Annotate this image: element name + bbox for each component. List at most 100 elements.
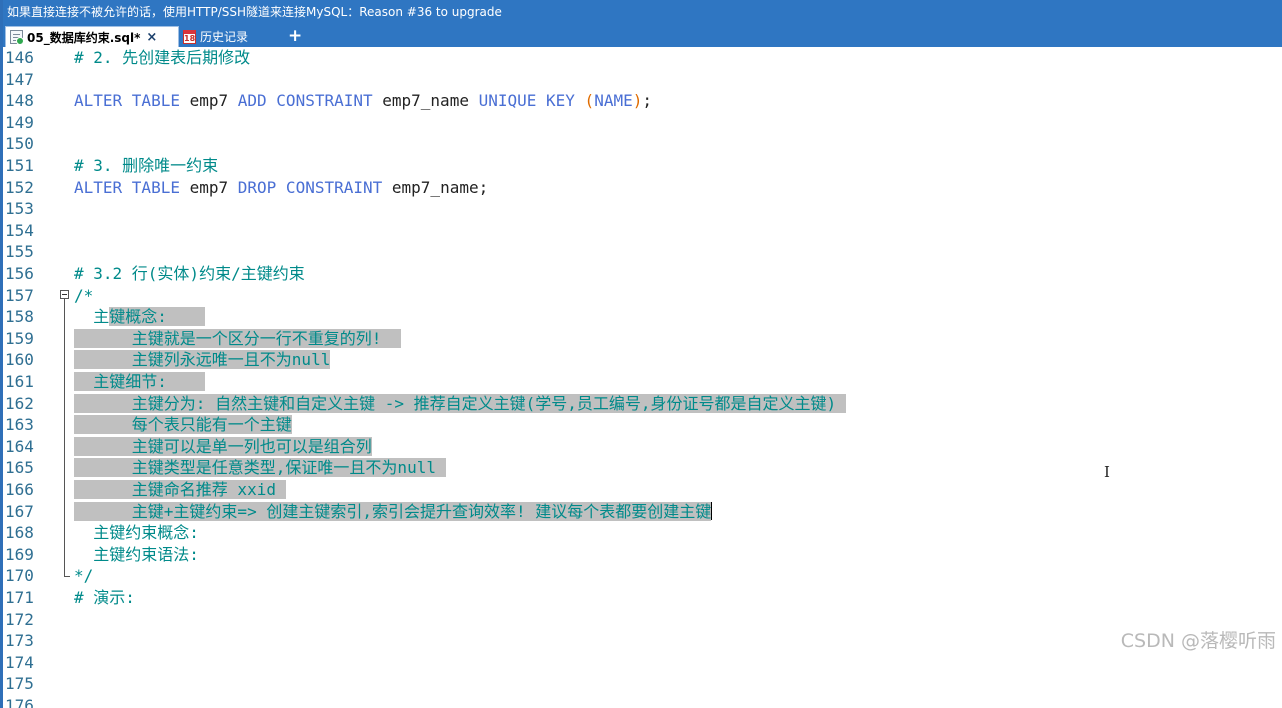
code-token: DROP CONSTRAINT — [237, 177, 383, 197]
code-text: ALTER TABLE emp7 ADD CONSTRAINT emp7_nam… — [74, 90, 652, 112]
code-token: 主键约束语法: — [74, 544, 199, 564]
code-line[interactable]: 148 ALTER TABLE emp7 ADD CONSTRAINT emp7_… — [3, 90, 1282, 112]
code-line[interactable]: 149 — [3, 112, 1282, 134]
line-number: 151 — [5, 156, 34, 175]
line-number: 161 — [5, 372, 34, 391]
new-tab-button[interactable]: + — [288, 25, 302, 47]
line-number: 162 — [5, 393, 34, 413]
code-text: */ — [74, 565, 93, 587]
code-text: 每个表只能有一个主键 — [74, 414, 292, 436]
selected-code-token: 主键可以是单一列也可以是组合列 — [74, 436, 372, 456]
code-line[interactable]: 161 主键细节: — [3, 371, 1282, 393]
code-text: 主键+主键约束=> 创建主键索引,索引会提升查询效率! 建议每个表都要创建主键 — [74, 501, 713, 523]
line-number: 155 — [5, 242, 34, 262]
code-line[interactable]: 150 — [3, 133, 1282, 155]
code-line[interactable]: 171 # 演示: — [3, 587, 1282, 609]
code-line[interactable]: 170 */ — [3, 565, 1282, 587]
sql-code-editor[interactable]: 146 # 2. 先创建表后期修改 147 148 ALTER TABLE emp7 A… — [3, 47, 1282, 708]
calendar-icon: 18 — [183, 29, 196, 44]
code-line[interactable]: 146 # 2. 先创建表后期修改 — [3, 47, 1282, 69]
line-number: 167 — [5, 501, 34, 521]
fold-guide-line — [64, 298, 65, 577]
selected-code-token: 主键列永远唯一且不为null — [74, 350, 331, 370]
code-line[interactable]: 165 主键类型是任意类型,保证唯一且不为null — [3, 457, 1282, 479]
code-text: 主键分为: 自然主键和自定义主键 -> 推荐自定义主键(学号,员工编号,身份证号… — [74, 393, 846, 415]
code-line[interactable]: 155 — [3, 241, 1282, 263]
code-line[interactable]: 175 — [3, 673, 1282, 695]
text-caret — [711, 501, 713, 520]
code-token: # 3. 删除唯一约束 — [74, 156, 219, 175]
code-text: 主键就是一个区分一行不重复的列! — [74, 328, 401, 350]
code-line[interactable]: 162 主键分为: 自然主键和自定义主键 -> 推荐自定义主键(学号,员工编号,… — [3, 393, 1282, 415]
selected-code-token: 主键命名推荐 xxid — [74, 480, 286, 499]
code-token: NAME — [594, 91, 633, 111]
code-line[interactable]: 159 主键就是一个区分一行不重复的列! — [3, 328, 1282, 350]
code-token: 主 — [74, 307, 110, 327]
code-token: emp7_name — [372, 91, 479, 111]
line-number: 149 — [5, 112, 34, 132]
code-line[interactable]: 169 主键约束语法: — [3, 544, 1282, 566]
upgrade-banner[interactable]: 如果直接连接不被允许的话，使用HTTP/SSH隧道来连接MySQL：Reason… — [3, 0, 1282, 25]
line-number: 158 — [5, 307, 34, 327]
line-number: 173 — [5, 631, 34, 651]
code-line[interactable]: 157 /* — [3, 285, 1282, 307]
code-line[interactable]: 160 主键列永远唯一且不为null — [3, 349, 1282, 371]
code-line[interactable]: 158 主键概念: — [3, 306, 1282, 328]
code-token: # 3.2 行(实体)约束/主键约束 — [74, 264, 305, 283]
line-number: 146 — [5, 48, 34, 67]
code-line[interactable]: 152 ALTER TABLE emp7 DROP CONSTRAINT emp7… — [3, 177, 1282, 199]
code-line[interactable]: 156 # 3.2 行(实体)约束/主键约束 — [3, 263, 1282, 285]
code-line[interactable]: 151 # 3. 删除唯一约束 — [3, 155, 1282, 177]
selected-code-token: 主键+主键约束=> 创建主键索引,索引会提升查询效率! 建议每个表都要创建主键 — [74, 501, 712, 521]
tab-history[interactable]: 18 历史记录 — [180, 26, 270, 47]
code-line[interactable]: 153 — [3, 198, 1282, 220]
code-line[interactable]: 166 主键命名推荐 xxid — [3, 479, 1282, 501]
line-number: 163 — [5, 415, 34, 435]
code-line[interactable]: 167 主键+主键约束=> 创建主键索引,索引会提升查询效率! 建议每个表都要创… — [3, 501, 1282, 523]
code-token: */ — [74, 566, 94, 586]
code-text: 主键可以是单一列也可以是组合列 — [74, 436, 372, 458]
sql-file-icon — [10, 30, 24, 45]
code-token: UNIQUE KEY — [478, 91, 575, 111]
selected-code-token: 主键类型是任意类型,保证唯一且不为null — [74, 458, 446, 478]
code-line[interactable]: 176 — [3, 695, 1282, 708]
code-token: ) — [632, 91, 643, 111]
line-number: 152 — [5, 177, 34, 197]
tab-label: 历史记录 — [200, 30, 249, 44]
line-number: 176 — [5, 696, 34, 708]
code-line[interactable]: 147 — [3, 69, 1282, 91]
code-token: emp7 — [179, 91, 238, 111]
code-text: /* — [74, 285, 93, 307]
line-number: 159 — [5, 328, 34, 348]
code-line[interactable]: 172 — [3, 609, 1282, 631]
line-number: 174 — [5, 652, 34, 672]
tab-bar: 05_数据库约束.sql* × 18 历史记录 + — [3, 25, 1282, 47]
fold-toggle-icon[interactable] — [60, 289, 69, 299]
code-text: 主键命名推荐 xxid — [74, 479, 286, 501]
code-text: 主键概念: — [74, 306, 206, 328]
code-token: # 演示: — [74, 588, 135, 607]
code-text: # 3. 删除唯一约束 — [74, 155, 218, 177]
code-line[interactable]: 168 主键约束概念: — [3, 522, 1282, 544]
code-text: # 3.2 行(实体)约束/主键约束 — [74, 263, 305, 285]
code-line[interactable]: 164 主键可以是单一列也可以是组合列 — [3, 436, 1282, 458]
line-number: 172 — [5, 609, 34, 629]
watermark: CSDN @落樱听雨 — [1120, 630, 1276, 652]
selected-code-token: 主键分为: 自然主键和自定义主键 -> 推荐自定义主键(学号,员工编号,身份证号… — [74, 393, 846, 413]
tab-sql-editor[interactable]: 05_数据库约束.sql* × — [5, 26, 179, 47]
code-token: ( — [574, 91, 595, 111]
code-line[interactable]: 154 — [3, 220, 1282, 242]
line-number: 169 — [5, 544, 34, 564]
close-icon[interactable]: × — [146, 30, 157, 45]
line-number: 168 — [5, 523, 34, 543]
code-line[interactable]: 163 每个表只能有一个主键 — [3, 414, 1282, 436]
line-number: 147 — [5, 69, 34, 89]
code-text: 主键列永远唯一且不为null — [74, 349, 331, 371]
code-token: ADD CONSTRAINT — [237, 91, 373, 111]
code-line[interactable]: 174 — [3, 652, 1282, 674]
code-line[interactable]: 173 — [3, 630, 1282, 652]
line-number: 166 — [5, 480, 34, 499]
code-text: 主键约束语法: — [74, 544, 199, 566]
line-number: 153 — [5, 199, 34, 219]
line-number: 157 — [5, 285, 34, 305]
